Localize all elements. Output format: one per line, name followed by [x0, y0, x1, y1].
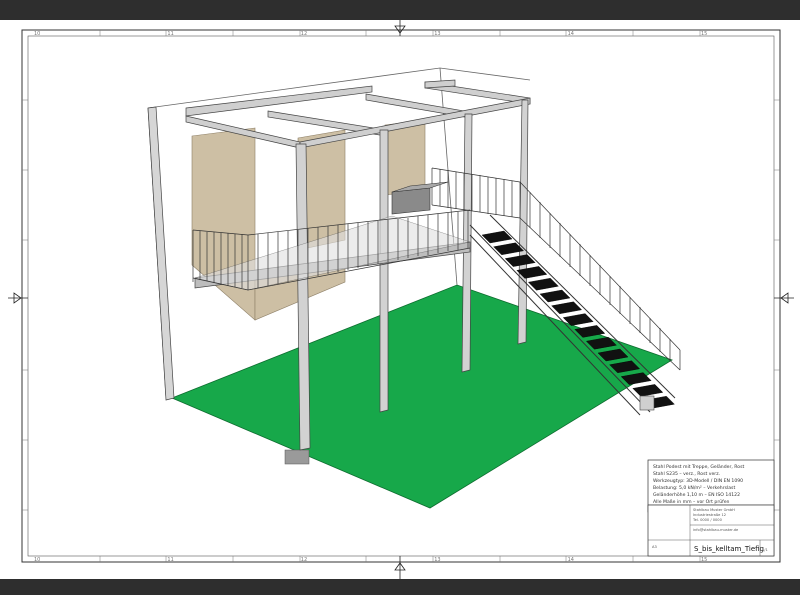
drawing-canvas: 10 11 12 13 14 15 10 11 12 13 14 15 Stah…: [8, 20, 794, 579]
frame-tick-label: 12: [301, 31, 307, 37]
stair-tread: [632, 384, 664, 397]
column-base-plate: [284, 449, 310, 465]
frame-tick-label: 11: [167, 31, 173, 37]
title-line-4: Belastung: 5,0 kN/m² – Verkehrslast: [653, 485, 735, 491]
upper-landing-railing: [431, 167, 521, 219]
frame-tick-label: 10: [34, 31, 40, 37]
title-line-1: Stahl Podest mit Treppe, Geländer, Rost: [653, 464, 744, 470]
stair-tread: [551, 301, 583, 315]
frame-tick-label: 14: [568, 557, 574, 563]
company-line-3: Tel. 0000 / 0000: [692, 518, 723, 522]
company-line-1: Stahlbau Muster GmbH: [693, 508, 735, 512]
stair-tread: [504, 254, 536, 267]
platform-model: [147, 67, 681, 509]
viewer-top-bar: [0, 0, 800, 20]
frame-tick-label: 10: [34, 557, 40, 563]
frame-tick-label: 15: [701, 557, 707, 563]
stair-tread: [539, 289, 571, 303]
sheet-number: 1/1: [762, 548, 768, 552]
stair-foot: [639, 395, 655, 411]
title-line-2: Stahl S235 – verz., Rost verz.: [653, 471, 720, 477]
left-rear-column: [147, 106, 175, 401]
drawing-name: S_bis_kelltam_Tiefig: [694, 545, 764, 553]
frame-tick-label: 12: [301, 557, 307, 563]
company-line-4: info@stahlbau-muster.de: [693, 528, 739, 532]
frame-tick-label: 15: [701, 31, 707, 37]
title-line-5: Geländerhöhe 1,10 m – EN ISO 14122: [653, 492, 740, 498]
green-floor: [170, 284, 673, 509]
mid-column: [379, 129, 389, 413]
title-block: Stahl Podest mit Treppe, Geländer, Rost …: [647, 459, 775, 557]
viewer-bottom-bar: [0, 579, 800, 595]
frame-tick-label: 13: [434, 557, 440, 563]
stair-tread: [527, 277, 559, 291]
company-line-2: Industriestraße 12: [693, 513, 726, 517]
format-note: A3: [652, 545, 657, 549]
wall-panel-1: [191, 127, 256, 321]
title-line-3: Werkzeugtyp: 3D-Modell / DIN EN 1090: [653, 478, 743, 484]
pdf-viewer: 10 11 12 13 14 15 10 11 12 13 14 15 Stah…: [0, 0, 800, 595]
title-line-6: Alle Maße in mm – vor Ort prüfen: [653, 499, 730, 505]
stair-tread: [493, 242, 525, 256]
drawing-sheet: 10 11 12 13 14 15 10 11 12 13 14 15 Stah…: [0, 20, 800, 579]
frame-tick-label: 13: [434, 31, 440, 37]
wall-panel-3: [384, 119, 426, 196]
right-column: [517, 99, 529, 345]
frame-tick-label: 14: [568, 31, 574, 37]
frame-tick-label: 11: [167, 557, 173, 563]
